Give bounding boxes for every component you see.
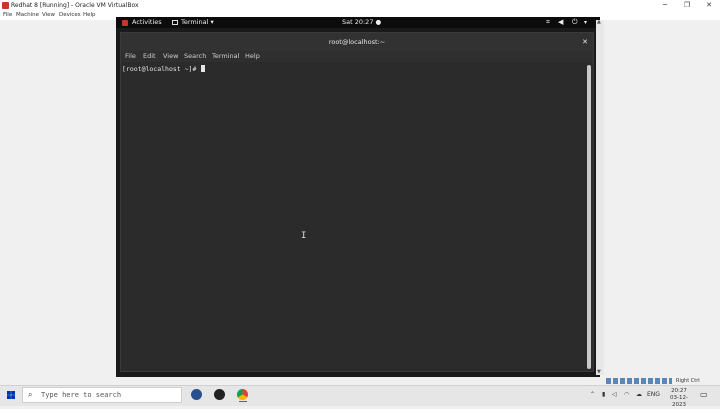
notification-icon[interactable]: ▭ <box>700 387 708 403</box>
battery-icon[interactable]: ▮ <box>602 387 605 403</box>
vbox-menu-view[interactable]: View <box>42 11 55 20</box>
terminal-scrollbar[interactable] <box>587 65 591 369</box>
clock-time: 20:27 <box>671 388 687 394</box>
speaker-icon[interactable]: ◁ <box>612 387 617 403</box>
obs-taskbar-icon[interactable] <box>214 389 225 400</box>
vbox-menu-machine[interactable]: Machine <box>16 11 39 20</box>
redhat-icon <box>122 20 128 26</box>
gnome-clock[interactable]: Sat 20:27 ● <box>342 17 381 28</box>
windows-start-icon[interactable] <box>7 391 15 399</box>
terminal-close-icon[interactable]: ✕ <box>579 33 591 51</box>
terminal-prompt: [root@localhost ~]# <box>122 65 206 73</box>
search-placeholder: Type here to search <box>41 391 122 399</box>
virtualbox-icon <box>2 2 9 9</box>
vbox-window-title: Redhat 8 [Running] - Oracle VM VirtualBo… <box>11 2 139 9</box>
chevron-down-icon[interactable]: ▾ <box>584 17 587 28</box>
language-indicator[interactable]: ENG <box>647 387 660 403</box>
restore-icon[interactable]: ❐ <box>676 0 698 11</box>
wifi-icon[interactable]: ◠ <box>624 387 629 403</box>
power-icon[interactable]: ⏻ <box>572 17 578 28</box>
active-app-indicator <box>239 401 247 402</box>
close-icon[interactable]: ✕ <box>698 0 720 11</box>
terminal-menu-edit[interactable]: Edit <box>143 51 156 62</box>
host-key-label: Right Ctrl <box>676 378 700 384</box>
minimize-icon[interactable]: ─ <box>654 0 676 11</box>
vbox-menu-help[interactable]: Help <box>83 11 96 20</box>
scroll-down-icon[interactable]: ▼ <box>597 369 601 375</box>
volume-icon[interactable]: ◀ <box>558 17 563 28</box>
vbox-menu-file[interactable]: File <box>3 11 12 20</box>
terminal-menu-view[interactable]: View <box>163 51 178 62</box>
vbox-menu-devices[interactable]: Devices <box>59 11 81 20</box>
vm-scrollbar[interactable] <box>596 20 604 375</box>
app-menu-button[interactable]: Terminal ▾ <box>181 17 214 28</box>
ibeam-cursor-icon: I <box>301 231 307 241</box>
search-icon: ⌕ <box>28 390 33 399</box>
terminal-body[interactable]: [root@localhost ~]# <box>121 62 587 371</box>
cloud-icon[interactable]: ☁ <box>636 387 642 403</box>
terminal-title: root@localhost:~ <box>328 38 386 46</box>
vbox-device-icons[interactable] <box>606 378 672 384</box>
terminal-menu-terminal[interactable]: Terminal <box>212 51 239 62</box>
terminal-app-icon <box>172 20 178 25</box>
prompt-text: [root@localhost ~]# <box>122 65 201 73</box>
taskbar-clock[interactable]: 20:27 03-12-2023 <box>664 388 694 409</box>
scroll-up-icon[interactable]: ▲ <box>597 19 601 25</box>
activities-button[interactable]: Activities <box>132 17 162 28</box>
virtualbox-taskbar-icon[interactable] <box>191 389 202 400</box>
tray-chevron-up-icon[interactable]: ⌃ <box>590 387 595 403</box>
clock-date: 03-12-2023 <box>670 395 688 408</box>
chrome-taskbar-icon[interactable] <box>237 389 248 400</box>
terminal-menu-search[interactable]: Search <box>184 51 206 62</box>
terminal-menu-file[interactable]: File <box>125 51 136 62</box>
network-icon[interactable]: ⌗ <box>546 17 550 28</box>
terminal-window[interactable]: root@localhost:~ ✕ File Edit View Search… <box>120 32 594 372</box>
terminal-menu-help[interactable]: Help <box>245 51 260 62</box>
text-cursor <box>201 65 206 72</box>
